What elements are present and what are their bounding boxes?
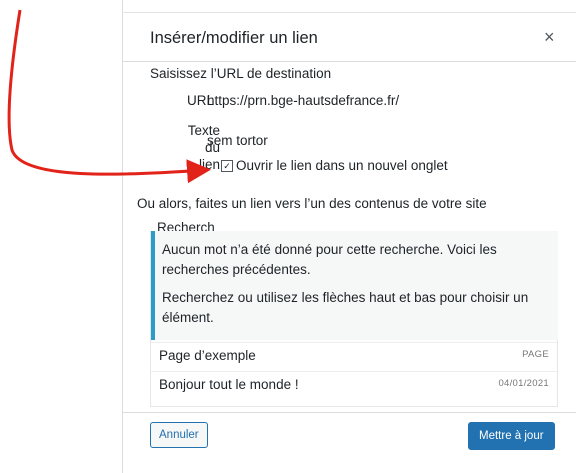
notice-text-2: Recherchez ou utilisez les flèches haut … [162, 290, 529, 325]
close-icon[interactable]: × [544, 25, 555, 49]
result-item[interactable]: Bonjour tout le monde ! 04/01/2021 [151, 371, 557, 400]
new-tab-checkbox-label: Ouvrir le lien dans un nouvel onglet [236, 158, 448, 173]
result-meta: PAGE [522, 349, 549, 360]
notice-text-1: Aucun mot n’a été donné pour cette reche… [162, 242, 497, 277]
result-meta: 04/01/2021 [498, 378, 549, 389]
internal-link-text: Ou alors, faites un lien vers l’un des c… [137, 196, 487, 211]
search-results: Aucun mot n’a été donné pour cette reche… [150, 231, 558, 407]
instructions-text: Saisissez l’URL de destination [150, 66, 332, 81]
dialog-title: Insérer/modifier un lien [150, 29, 318, 47]
result-item[interactable]: Page d’exemple PAGE [151, 342, 557, 371]
url-input[interactable]: https://prn.bge-hautsdefrance.fr/ [207, 93, 399, 108]
new-tab-option[interactable]: ✓ Ouvrir le lien dans un nouvel onglet [221, 158, 448, 173]
result-title: Bonjour tout le monde ! [159, 377, 299, 392]
link-text-label-line2: lien [198, 157, 220, 172]
link-text-input[interactable]: sem tortor [207, 133, 268, 148]
cancel-button[interactable]: Annuler [150, 422, 208, 448]
update-button[interactable]: Mettre à jour [468, 422, 555, 450]
footer-divider [123, 412, 576, 413]
checkbox-checked-icon[interactable]: ✓ [221, 159, 233, 172]
results-notice: Aucun mot n’a été donné pour cette reche… [151, 231, 558, 340]
link-dialog: Insérer/modifier un lien × Saisissez l’U… [123, 13, 576, 473]
title-divider [123, 61, 576, 62]
result-title: Page d’exemple [159, 348, 256, 363]
